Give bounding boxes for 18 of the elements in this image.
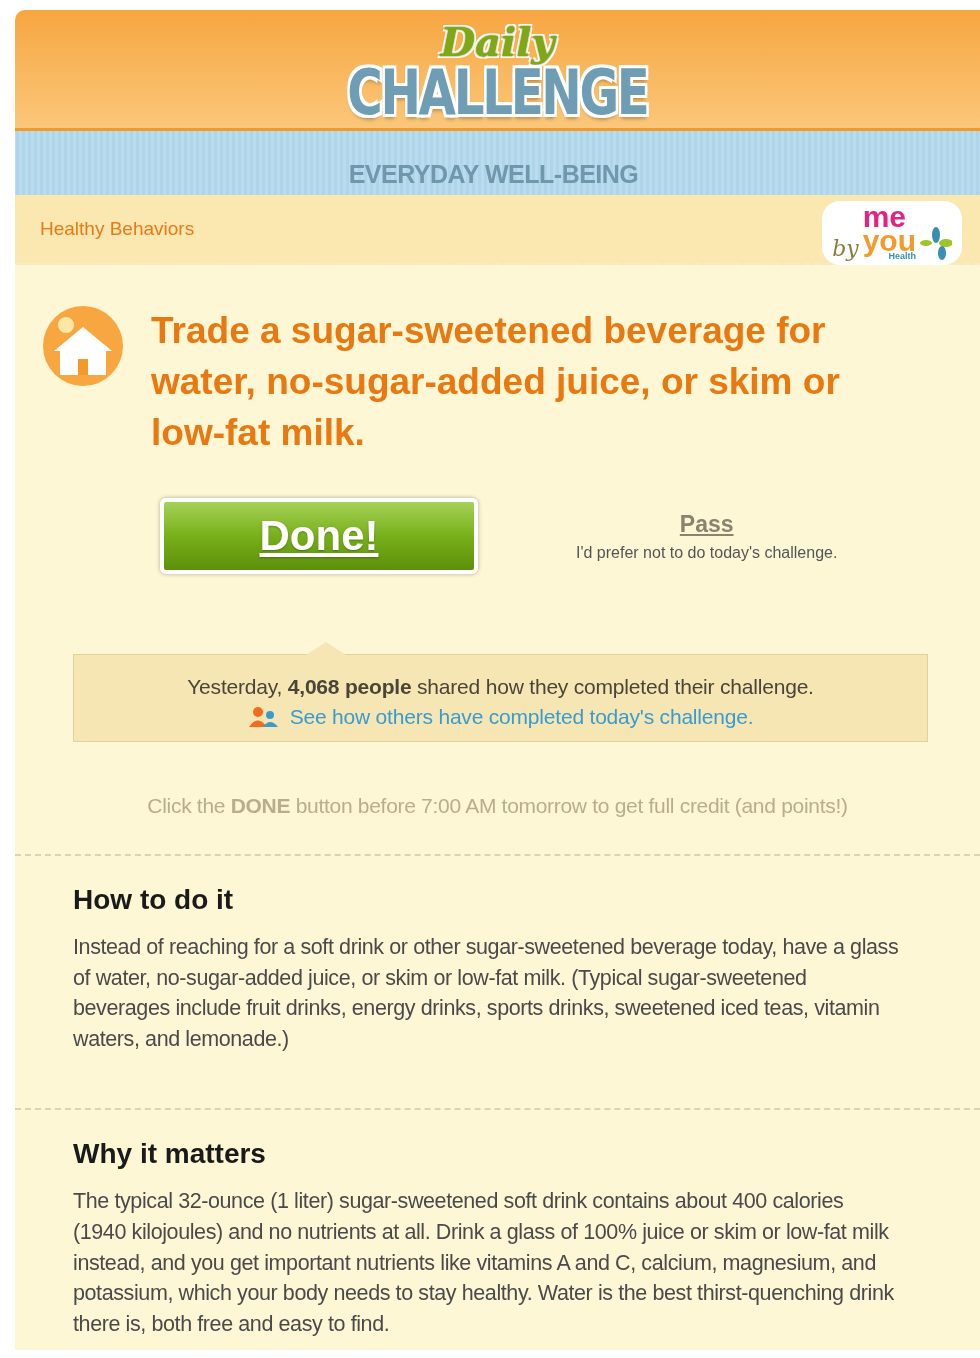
section-text: The typical 32-ounce (1 liter) sugar-sweetened soft drink contains about 400 calories (1940 kilojoules) and no nutrients at all. Drink a glass of 100% juice or skim or low-fat milk instead, and you get important nutrients like vitamins A and C, calcium, magnesium, and potassium, which your body needs to stay healthy. Water is the best thirst-quenching drink there is, both free and easy to find. [73, 1188, 895, 1338]
challenge-title: Trade a sugar-sweetened beverage for water, no-sugar-added juice, or skim or low-fat milk. [151, 309, 841, 455]
flower-icon [920, 226, 952, 261]
people-icon [247, 706, 280, 728]
section-heading: Why it matters [73, 1138, 267, 1171]
me-text: me [862, 205, 907, 230]
share-link[interactable]: See how others have completed today's challenge. [289, 705, 754, 729]
share-text: Yesterday, 4,068 people shared how they completed their challenge. [187, 675, 814, 699]
pass-link[interactable]: Pass [679, 510, 734, 538]
deadline-note: Click the DONE button before 7:00 AM tomorrow to get full credit (and points!) [146, 794, 849, 818]
done-button[interactable]: Done! [160, 498, 478, 574]
section-text: Instead of reaching for a soft drink or other sugar-sweetened beverage today, have a glass of water, no-sugar-added juice, or skim or low-fat milk. (Typical sugar-sweetened beverages include fruit drinks, energy drinks, sports drinks, sweetened iced teas, vitamin waters, and lemonade.) [73, 934, 900, 1053]
house-icon [42, 305, 124, 387]
by-text: by [832, 235, 859, 261]
tagline: EVERYDAY WELL-BEING [348, 160, 639, 189]
category-label: Healthy Behaviors [40, 218, 195, 240]
pass-note: I'd prefer not to do today's challenge. [576, 543, 838, 562]
section-heading: How to do it [73, 884, 235, 916]
